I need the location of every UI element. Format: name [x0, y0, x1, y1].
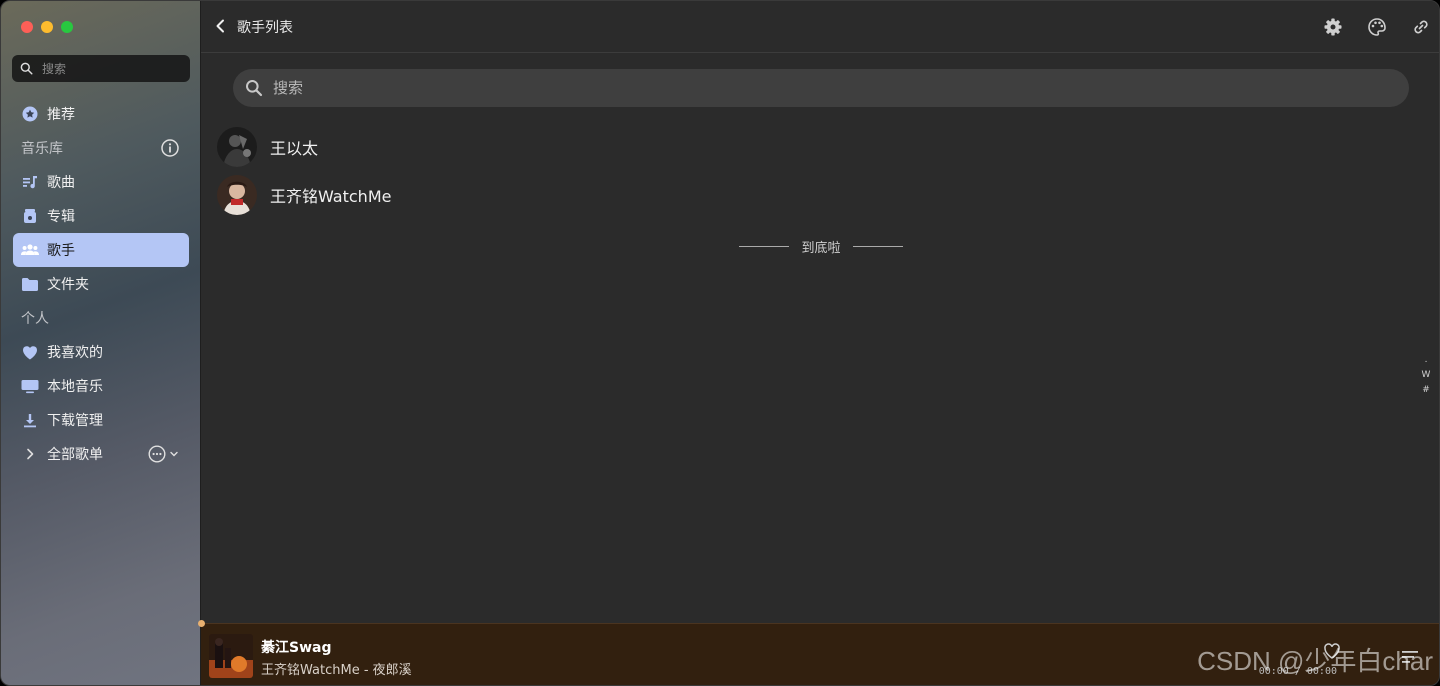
more-icon[interactable] [148, 445, 166, 463]
sidebar-item-favorites[interactable]: 我喜欢的 [13, 335, 189, 369]
sidebar-item-folders[interactable]: 文件夹 [13, 267, 189, 301]
settings-icon[interactable] [1323, 17, 1343, 37]
header-bar: 歌手列表 [201, 1, 1439, 53]
divider [739, 246, 789, 247]
folder-icon [21, 275, 39, 293]
list-end-text: 到底啦 [801, 241, 841, 256]
sidebar-item-label: 歌曲 [47, 175, 75, 191]
album-icon [21, 207, 39, 225]
music-note-icon [21, 173, 39, 191]
list-end-indicator: 到底啦 [739, 237, 903, 256]
album-cover[interactable] [209, 634, 253, 678]
alphabet-index: . W # [1419, 353, 1433, 398]
sidebar-item-artists[interactable]: 歌手 [13, 233, 189, 267]
artist-search-input[interactable] [273, 79, 1273, 97]
star-icon [21, 105, 39, 123]
sidebar-section-library: 音乐库 [13, 131, 189, 165]
search-icon [246, 80, 263, 97]
app-window: 推荐 音乐库 歌曲 专辑 歌手 文件夹 个人 [0, 0, 1440, 686]
artist-search[interactable] [233, 69, 1409, 107]
sidebar-search[interactable] [12, 55, 190, 82]
sidebar-item-recommend[interactable]: 推荐 [13, 97, 189, 131]
window-controls [21, 21, 73, 33]
playlist-options[interactable] [148, 445, 179, 463]
sidebar-item-label: 本地音乐 [47, 379, 103, 395]
sidebar-item-label: 推荐 [47, 107, 75, 123]
sidebar-item-label: 文件夹 [47, 277, 89, 293]
sidebar-item-songs[interactable]: 歌曲 [13, 165, 189, 199]
sidebar-item-label: 专辑 [47, 209, 75, 225]
watermark: CSDN @少年白char [1197, 646, 1433, 676]
section-label: 个人 [21, 311, 49, 327]
monitor-icon [21, 377, 39, 395]
people-icon [21, 241, 39, 259]
sidebar-item-label: 歌手 [47, 243, 75, 259]
search-icon [20, 62, 33, 75]
index-letter[interactable]: # [1419, 383, 1433, 398]
progress-handle[interactable] [198, 620, 205, 627]
divider [852, 246, 903, 247]
sidebar-nav: 推荐 音乐库 歌曲 专辑 歌手 文件夹 个人 我喜欢的 本地音乐 下载管理 全部… [13, 97, 189, 471]
zoom-window-button[interactable] [61, 21, 73, 33]
section-label: 音乐库 [21, 141, 63, 157]
sidebar: 推荐 音乐库 歌曲 专辑 歌手 文件夹 个人 [1, 1, 201, 685]
back-icon[interactable] [213, 18, 229, 34]
heart-icon [21, 343, 39, 361]
chevron-right-icon[interactable] [21, 445, 39, 463]
sidebar-item-all-playlists[interactable]: 全部歌单 [13, 437, 189, 471]
sidebar-item-label: 全部歌单 [47, 447, 103, 463]
sidebar-item-label: 下载管理 [47, 413, 103, 429]
sidebar-search-input[interactable] [42, 61, 182, 76]
chevron-down-icon[interactable] [169, 450, 179, 458]
page-title: 歌手列表 [237, 20, 293, 36]
download-icon [21, 411, 39, 429]
artist-name: 王以太 [270, 139, 319, 158]
sidebar-item-albums[interactable]: 专辑 [13, 199, 189, 233]
index-letter[interactable]: . [1419, 353, 1433, 368]
artist-list-item[interactable]: 王以太 [217, 125, 318, 169]
sidebar-item-downloads[interactable]: 下载管理 [13, 403, 189, 437]
artist-list-item[interactable]: 王齐铭WatchMe [217, 173, 391, 217]
song-artist-album[interactable]: 王齐铭WatchMe - 夜郎溪 [261, 659, 412, 678]
main-panel: 歌手列表 搜索 王以太 王齐铭WatchMe 到底啦 . W # 綦江Swag … [198, 1, 1439, 685]
link-icon[interactable] [1411, 17, 1431, 37]
sidebar-item-local-music[interactable]: 本地音乐 [13, 369, 189, 403]
song-title: 綦江Swag [261, 640, 332, 656]
minimize-window-button[interactable] [41, 21, 53, 33]
avatar [217, 127, 257, 167]
sidebar-item-label: 我喜欢的 [47, 345, 103, 361]
sidebar-section-personal: 个人 [13, 301, 189, 335]
palette-icon[interactable] [1367, 17, 1387, 37]
info-icon[interactable] [161, 139, 179, 157]
avatar [217, 175, 257, 215]
close-window-button[interactable] [21, 21, 33, 33]
artist-name: 王齐铭WatchMe [270, 187, 392, 206]
index-letter[interactable]: W [1419, 368, 1433, 383]
